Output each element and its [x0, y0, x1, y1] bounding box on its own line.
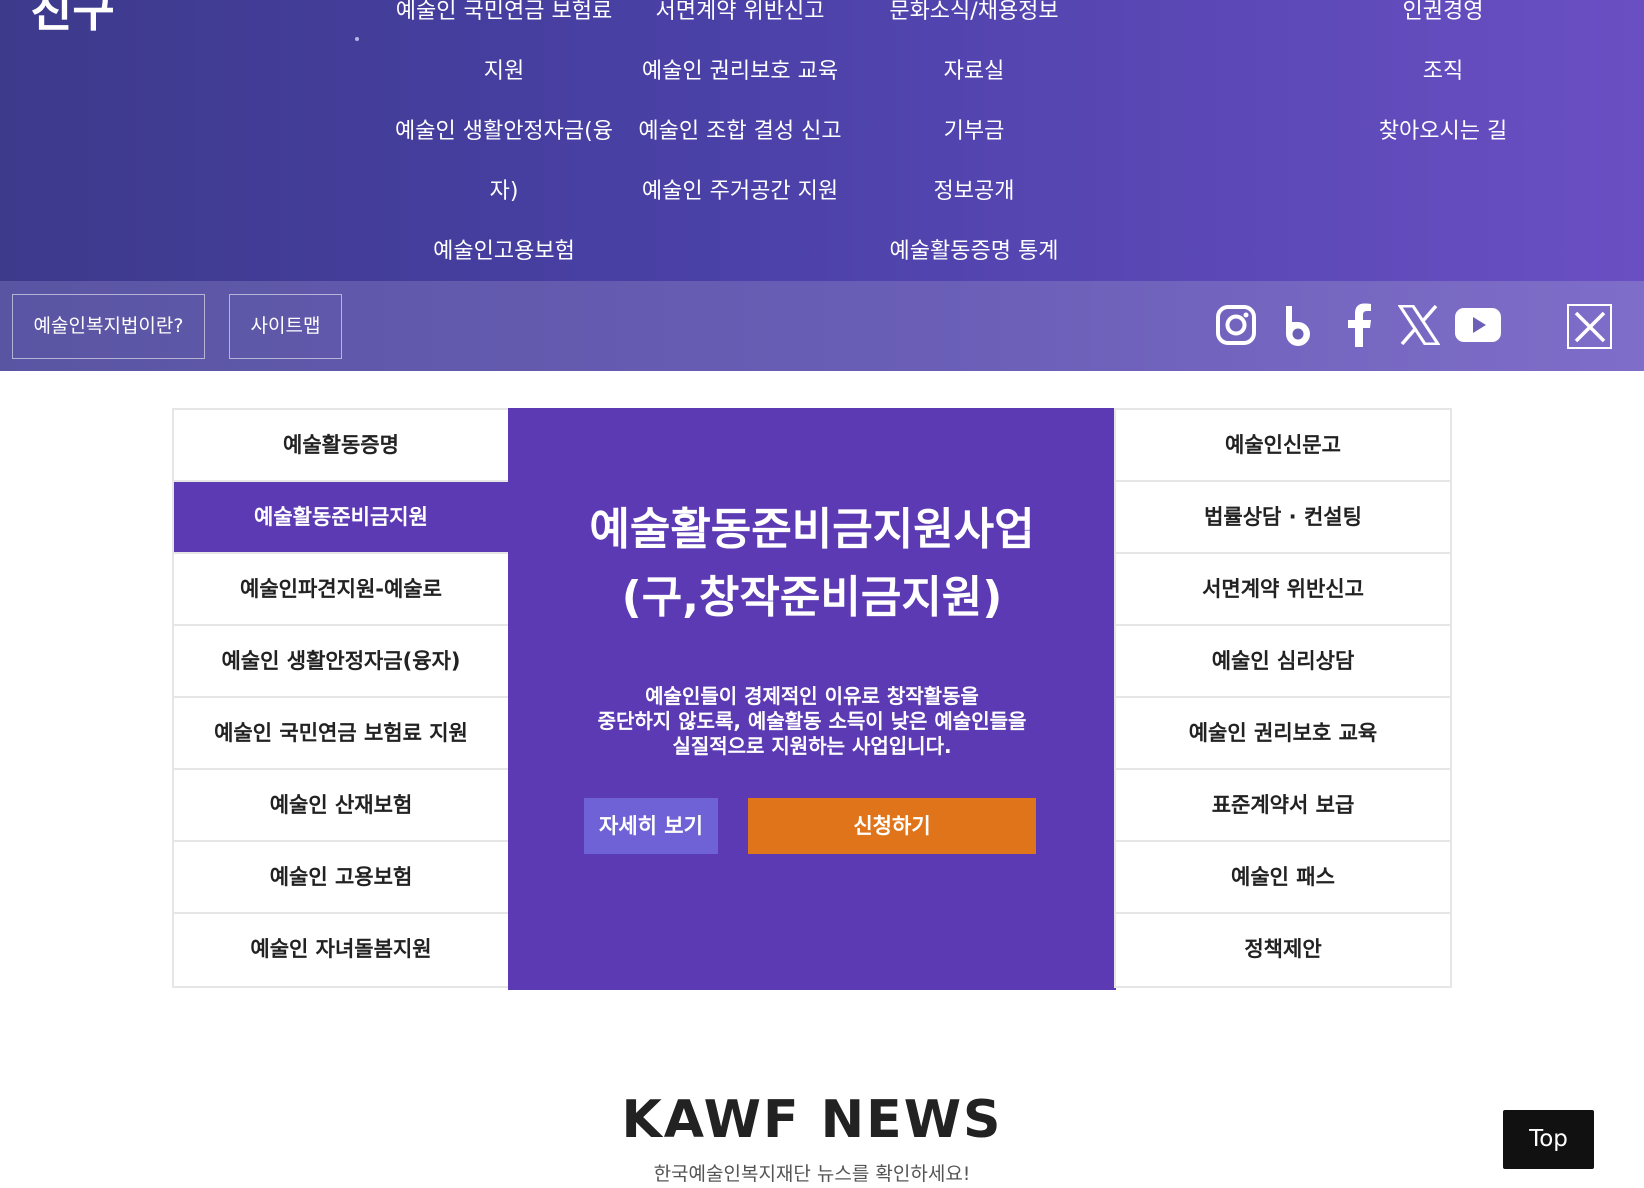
- program-item[interactable]: 예술인 국민연금 보험료 지원: [174, 698, 508, 770]
- menu-item[interactable]: 예술인 조합 결성 신고: [632, 102, 848, 162]
- menu-column-welfare: 예술인 국민연금 보험료 지원 예술인 생활안정자금(융 자) 예술인고용보험: [386, 0, 622, 281]
- program-item[interactable]: 법률상담 · 컨설팅: [1116, 482, 1450, 554]
- menu-item[interactable]: 예술인 권리보호 교육: [632, 42, 848, 102]
- menu-column-rights: 서면계약 위반신고 예술인 권리보호 교육 예술인 조합 결성 신고 예술인 주…: [632, 0, 848, 222]
- close-icon: [1574, 311, 1605, 342]
- menu-item[interactable]: 찾아오시는 길: [1330, 102, 1556, 162]
- utility-bar: 예술인복지법이란? 사이트맵: [0, 281, 1644, 371]
- apply-button[interactable]: 신청하기: [748, 798, 1036, 854]
- news-section-subtitle: 한국예술인복지재단 뉴스를 확인하세요!: [653, 1163, 971, 1185]
- sitemap-button[interactable]: 사이트맵: [229, 294, 342, 359]
- logo-text-partial: 친구: [30, 0, 115, 37]
- program-item[interactable]: 서면계약 위반신고: [1116, 554, 1450, 626]
- feature-description: 예술인들이 경제적인 이유로 창작활동을 중단하지 않도록, 예술활동 소득이 …: [508, 684, 1116, 759]
- decorative-dot: [355, 37, 359, 41]
- menu-item[interactable]: 문화소식/채용정보: [868, 0, 1080, 42]
- mega-menu: 친구 예술인 국민연금 보험료 지원 예술인 생활안정자금(융 자) 예술인고용…: [0, 0, 1644, 281]
- feature-description-line: 실질적으로 지원하는 사업입니다.: [672, 734, 952, 758]
- menu-column-info: 문화소식/채용정보 자료실 기부금 정보공개 예술활동증명 통계: [868, 0, 1080, 281]
- program-item[interactable]: 예술인파견지원-예술로: [174, 554, 508, 626]
- scroll-top-button[interactable]: Top: [1503, 1110, 1594, 1169]
- menu-item[interactable]: 자료실: [868, 42, 1080, 102]
- youtube-icon[interactable]: [1452, 299, 1504, 351]
- program-item[interactable]: 예술활동증명: [174, 410, 508, 482]
- menu-item[interactable]: 정보공개: [868, 162, 1080, 222]
- about-law-button[interactable]: 예술인복지법이란?: [12, 294, 205, 359]
- close-menu-button[interactable]: [1567, 304, 1612, 349]
- menu-item[interactable]: 예술인 생활안정자금(융: [386, 102, 622, 162]
- menu-item[interactable]: 예술활동증명 통계: [868, 222, 1080, 281]
- program-item[interactable]: 예술인 권리보호 교육: [1116, 698, 1450, 770]
- menu-item[interactable]: 기부금: [868, 102, 1080, 162]
- program-item-active[interactable]: 예술활동준비금지원: [174, 482, 508, 554]
- program-list-left: 예술활동증명 예술활동준비금지원 예술인파견지원-예술로 예술인 생활안정자금(…: [172, 408, 510, 988]
- menu-column-about: 인권경영 조직 찾아오시는 길: [1330, 0, 1556, 162]
- program-item[interactable]: 예술인 생활안정자금(융자): [174, 626, 508, 698]
- program-item[interactable]: 예술인 패스: [1116, 842, 1450, 914]
- feature-description-line: 예술인들이 경제적인 이유로 창작활동을: [645, 684, 979, 708]
- menu-item[interactable]: 지원: [386, 42, 622, 102]
- feature-title-line: 예술활동준비금지원사업: [589, 504, 1035, 555]
- feature-panel: 예술활동준비금지원사업 (구,창작준비금지원) 예술인들이 경제적인 이유로 창…: [508, 408, 1116, 990]
- program-item[interactable]: 예술인 고용보험: [174, 842, 508, 914]
- program-item[interactable]: 예술인신문고: [1116, 410, 1450, 482]
- menu-item[interactable]: 인권경영: [1330, 0, 1556, 42]
- feature-description-line: 중단하지 않도록, 예술활동 소득이 낮은 예술인들을: [597, 709, 1027, 733]
- menu-item[interactable]: 예술인 국민연금 보험료: [386, 0, 622, 42]
- x-twitter-icon[interactable]: [1393, 299, 1445, 351]
- program-item[interactable]: 예술인 자녀돌봄지원: [174, 914, 508, 986]
- instagram-icon[interactable]: [1210, 299, 1262, 351]
- menu-item[interactable]: 서면계약 위반신고: [632, 0, 848, 42]
- menu-item[interactable]: 조직: [1330, 42, 1556, 102]
- feature-title: 예술활동준비금지원사업 (구,창작준비금지원): [508, 496, 1116, 632]
- menu-item[interactable]: 예술인고용보험: [386, 222, 622, 281]
- news-section-title: KAWF NEWS: [621, 1090, 1003, 1150]
- feature-title-line: (구,창작준비금지원): [621, 572, 1003, 623]
- program-item[interactable]: 표준계약서 보급: [1116, 770, 1450, 842]
- program-list-right: 예술인신문고 법률상담 · 컨설팅 서면계약 위반신고 예술인 심리상담 예술인…: [1114, 408, 1452, 988]
- program-item[interactable]: 정책제안: [1116, 914, 1450, 986]
- program-item[interactable]: 예술인 심리상담: [1116, 626, 1450, 698]
- view-details-button[interactable]: 자세히 보기: [584, 798, 718, 854]
- program-item[interactable]: 예술인 산재보험: [174, 770, 508, 842]
- blog-icon[interactable]: [1272, 299, 1324, 351]
- menu-item[interactable]: 자): [386, 162, 622, 222]
- program-grid: 예술활동증명 예술활동준비금지원 예술인파견지원-예술로 예술인 생활안정자금(…: [172, 408, 1452, 990]
- menu-item[interactable]: 예술인 주거공간 지원: [632, 162, 848, 222]
- facebook-icon[interactable]: [1333, 299, 1385, 351]
